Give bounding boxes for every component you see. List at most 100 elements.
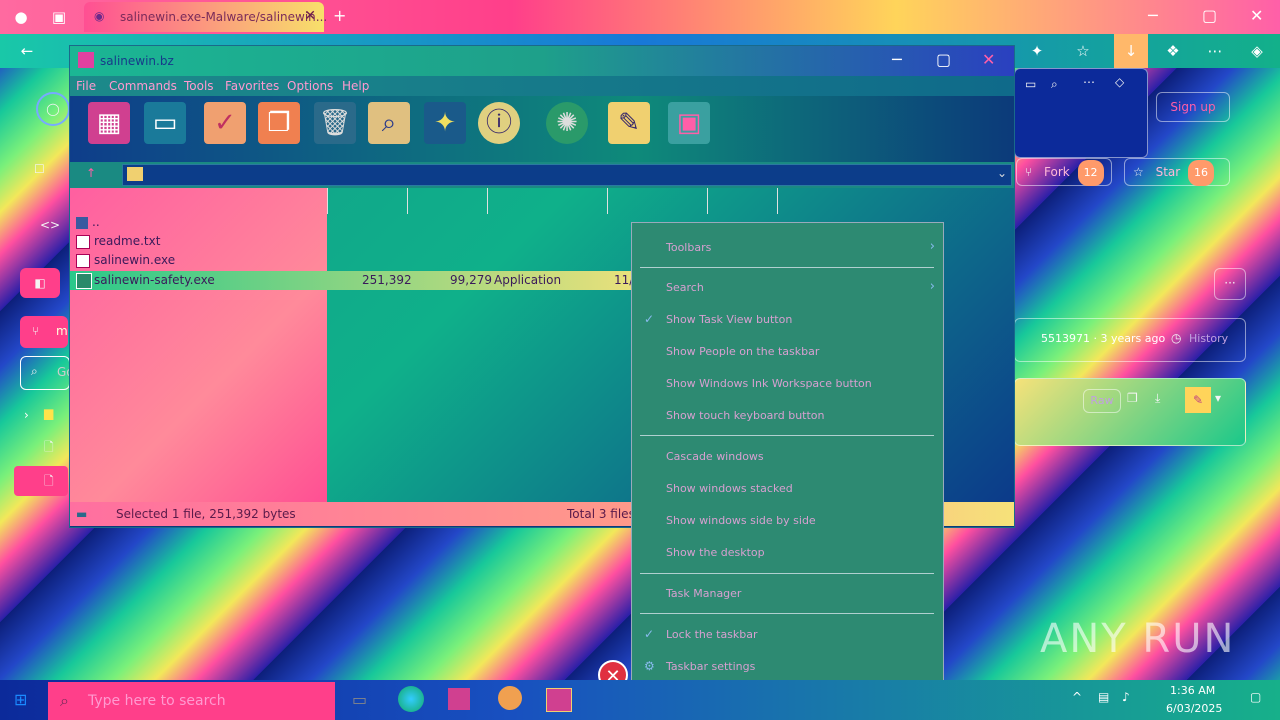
browser-maximize-button[interactable]: ▢ — [1202, 6, 1217, 25]
file-explorer-icon[interactable] — [448, 688, 470, 710]
up-folder-icon[interactable]: ↑ — [86, 166, 96, 180]
profile-icon[interactable]: ● — [8, 4, 34, 30]
copy-icon[interactable]: ❐ — [1127, 391, 1138, 405]
clock-time[interactable]: 1:36 AM — [1170, 684, 1215, 697]
col-header-crc[interactable] — [707, 188, 778, 214]
new-tab-button[interactable]: + — [333, 6, 346, 25]
col-header-packed[interactable] — [407, 188, 488, 214]
branch-selector[interactable]: ⑂ m — [20, 316, 68, 348]
split-view-icon[interactable]: ▭ — [1025, 77, 1036, 91]
more-options-button[interactable]: ··· — [1214, 268, 1246, 300]
edit-pencil-icon[interactable]: ✎ — [1185, 387, 1211, 413]
menu-item-taskbar-settings[interactable]: ⚙ Taskbar settings — [632, 654, 943, 680]
file-row-salinewin[interactable]: salinewin.exe — [76, 253, 175, 271]
file-row-selected[interactable]: salinewin-safety.exe 251,392 99,279 Appl… — [70, 271, 670, 290]
info-icon[interactable]: ⓘ — [478, 102, 520, 144]
tray-chevron-up-icon[interactable]: ^ — [1072, 690, 1082, 704]
path-dropdown-icon[interactable]: ⌄ — [997, 166, 1007, 180]
volume-icon[interactable]: ♪ — [1122, 690, 1130, 704]
menu-item-stacked[interactable]: Show windows stacked — [632, 476, 943, 502]
winrar-minimize-button[interactable]: ─ — [892, 50, 902, 69]
raw-button[interactable]: Raw — [1083, 389, 1121, 413]
commit-text[interactable]: 5513971 · 3 years ago — [1041, 332, 1165, 345]
menu-item-toolbars[interactable]: Toolbars › — [632, 235, 943, 261]
test-clipboard-icon[interactable]: ✓ — [204, 102, 246, 144]
more-menu-icon[interactable]: ⋯ — [1202, 38, 1228, 64]
path-field[interactable]: ⌄ — [122, 164, 1012, 186]
wizard-wand-icon[interactable]: ✦ — [424, 102, 466, 144]
file-row-readme[interactable]: readme.txt — [76, 234, 160, 252]
tab-close-icon[interactable]: ✕ — [304, 8, 316, 24]
browser-tab[interactable]: ◉ salinewin.exe-Malware/salinewin... ✕ — [84, 2, 327, 32]
downloads-icon[interactable]: ↓ — [1114, 34, 1148, 68]
find-magnifier-icon[interactable]: ⌕ — [368, 102, 410, 144]
tab-actions-icon[interactable]: ▣ — [46, 4, 72, 30]
menu-item-touch-keyboard[interactable]: Show touch keyboard button — [632, 403, 943, 429]
sign-up-button[interactable]: Sign up — [1156, 92, 1230, 122]
star-button[interactable]: ☆ Star 16 — [1124, 158, 1230, 186]
col-header-modified[interactable] — [607, 188, 708, 214]
winrar-close-button[interactable]: ✕ — [982, 50, 995, 69]
fork-button[interactable]: ⑂ Fork 12 — [1016, 158, 1112, 186]
copilot-icon[interactable]: ◈ — [1244, 38, 1270, 64]
task-view-icon[interactable]: ▭ — [352, 690, 367, 709]
code-icon-top[interactable]: ☐ — [34, 162, 45, 176]
extensions-icon[interactable]: ✦ — [1024, 38, 1050, 64]
add-archive-icon[interactable]: ▦ — [88, 102, 130, 144]
menu-item-lock-taskbar[interactable]: ✓ Lock the taskbar — [632, 622, 943, 648]
search-icon[interactable]: ⌕ — [1051, 77, 1058, 92]
file-tree-toggle-icon[interactable]: ◧ — [20, 268, 60, 298]
file-search-input[interactable]: ⌕ Go — [20, 356, 74, 390]
menu-favorites[interactable]: Favorites — [225, 79, 279, 93]
virus-scan-icon[interactable]: ✺ — [546, 102, 588, 144]
github-logo-icon[interactable]: ◯ — [36, 92, 70, 126]
browser-close-button[interactable]: ✕ — [1250, 6, 1263, 25]
delete-trash-icon[interactable]: 🗑 — [314, 102, 356, 144]
menu-file[interactable]: File — [76, 79, 96, 93]
menu-item-people[interactable]: Show People on the taskbar — [632, 339, 943, 365]
menu-item-show-desktop[interactable]: Show the desktop — [632, 540, 943, 566]
code-brackets-icon[interactable]: <> — [40, 218, 60, 232]
col-header-type[interactable] — [487, 188, 608, 214]
firefox-icon[interactable] — [498, 686, 522, 710]
menu-item-side-by-side[interactable]: Show windows side by side — [632, 508, 943, 534]
browser-minimize-button[interactable]: ─ — [1148, 6, 1158, 25]
pin-icon[interactable]: ◇ — [1115, 75, 1124, 89]
taskbar-search-box[interactable]: ⌕ Type here to search — [48, 682, 335, 720]
folder-chevron-icon[interactable]: › — [24, 408, 29, 422]
network-icon[interactable]: ▤ — [1098, 690, 1109, 704]
notification-icon[interactable]: ▢ — [1250, 690, 1261, 704]
collections-icon[interactable]: ❖ — [1160, 38, 1186, 64]
menu-item-task-view[interactable]: ✓ Show Task View button — [632, 307, 943, 333]
menu-commands[interactable]: Commands — [109, 79, 177, 93]
clock-date[interactable]: 6/03/2025 — [1166, 702, 1222, 715]
menu-item-task-manager[interactable]: Task Manager — [632, 581, 943, 607]
more-icon[interactable]: ⋯ — [1083, 75, 1095, 89]
extract-folder-icon[interactable]: ▭ — [144, 102, 186, 144]
view-book-icon[interactable]: ❐ — [258, 102, 300, 144]
selected-file-item[interactable]: 🗋 — [14, 466, 68, 496]
col-header-size[interactable] — [327, 188, 408, 214]
back-arrow-icon[interactable]: ← — [14, 38, 40, 64]
menu-options[interactable]: Options — [287, 79, 333, 93]
comment-icon[interactable]: ✎ — [608, 102, 650, 144]
menu-help[interactable]: Help — [342, 79, 369, 93]
menu-tools[interactable]: Tools — [184, 79, 214, 93]
favorites-icon[interactable]: ☆ — [1070, 38, 1096, 64]
sfx-box-icon[interactable]: ▣ — [668, 102, 710, 144]
col-header-name[interactable] — [70, 188, 328, 214]
menu-item-search[interactable]: Search › — [632, 275, 943, 301]
folder-icon[interactable]: ▆ — [44, 406, 53, 420]
edge-browser-icon[interactable] — [398, 686, 424, 712]
menu-item-ink-workspace[interactable]: Show Windows Ink Workspace button — [632, 371, 943, 397]
winrar-maximize-button[interactable]: ▢ — [936, 50, 951, 69]
selected-file-type: Application — [494, 273, 562, 287]
menu-item-cascade[interactable]: Cascade windows — [632, 444, 943, 470]
winrar-taskbar-icon[interactable] — [546, 688, 572, 712]
history-link[interactable]: History — [1189, 332, 1228, 345]
file-icon[interactable]: 🗋 — [44, 438, 54, 459]
download-icon[interactable]: ⤓ — [1155, 391, 1160, 406]
start-windows-icon[interactable]: ⊞ — [14, 690, 27, 709]
chevron-down-icon[interactable]: ▾ — [1215, 391, 1221, 405]
file-row-parent[interactable]: .. — [76, 215, 100, 233]
